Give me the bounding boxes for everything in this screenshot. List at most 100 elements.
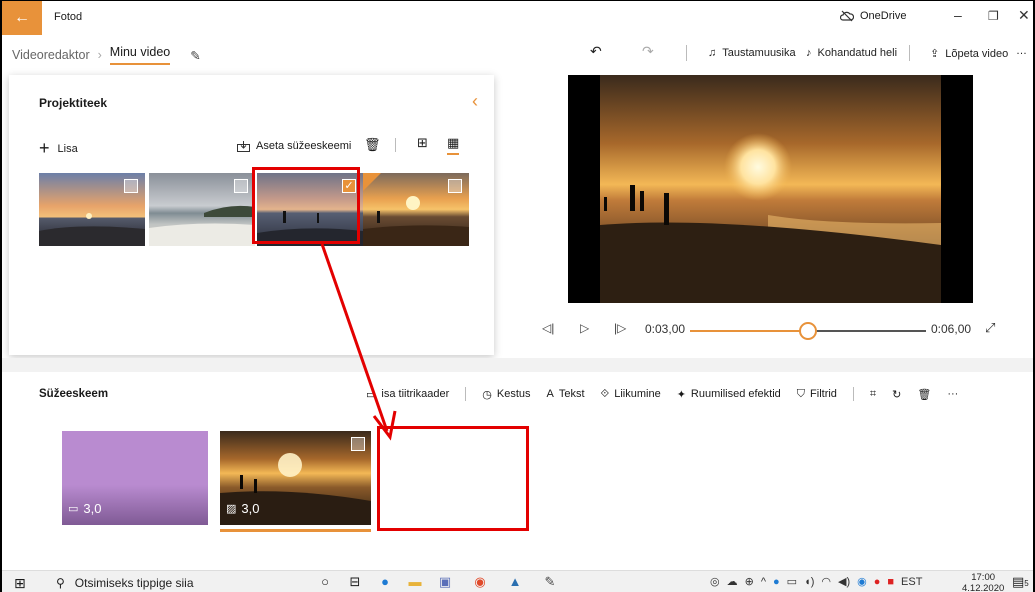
close-button[interactable]: ✕ <box>1018 7 1030 24</box>
card-duration-value: 3,0 <box>241 501 260 516</box>
current-time: 0:03,00 <box>645 322 686 336</box>
volume-icon[interactable]: ◖) <box>804 576 814 588</box>
image-icon: ▨ <box>226 503 237 515</box>
filters-button[interactable]: ⛉ Filtrid <box>797 388 837 401</box>
back-button[interactable]: ← <box>2 1 42 35</box>
duration-button[interactable]: ◷ Kestus <box>482 388 530 401</box>
show-hidden-icon[interactable]: ^ <box>761 576 766 588</box>
background-music-button[interactable]: ♫ Taustamuusika <box>708 47 796 59</box>
3d-effects-label: Ruumilised efektid <box>690 388 781 400</box>
fullscreen-button[interactable]: ⤢ <box>985 320 995 336</box>
seek-track[interactable] <box>690 322 926 340</box>
small-grid-view-button[interactable]: ▦ <box>447 135 460 155</box>
cloud-off-icon <box>840 10 854 22</box>
collapse-chevron-icon[interactable]: ‹ <box>472 91 478 112</box>
tray-icon[interactable]: ◉ <box>857 575 867 588</box>
breadcrumb-root[interactable]: Videoredaktor <box>12 48 90 62</box>
next-frame-button[interactable]: |▷ <box>614 321 626 335</box>
thumbnail-checkbox[interactable] <box>448 179 462 193</box>
video-preview[interactable] <box>568 75 973 303</box>
start-button[interactable]: ⊞ <box>14 575 26 592</box>
more-options-button[interactable]: … <box>1016 45 1027 57</box>
resize-button[interactable]: ⌗ <box>870 388 876 401</box>
onedrive-status[interactable]: OneDrive <box>840 10 906 22</box>
3d-effects-button[interactable]: ✦ Ruumilised efektid <box>677 388 781 401</box>
bluetooth-icon[interactable]: ● <box>773 576 780 588</box>
arrow-left-icon: ← <box>14 9 30 26</box>
delete-clip-button[interactable]: 🗑 <box>917 388 931 401</box>
rotate-button[interactable]: ↻ <box>892 388 901 401</box>
library-toolbar-divider <box>395 138 396 152</box>
wifi-icon[interactable]: ◠ <box>821 575 831 588</box>
notification-count: 5 <box>1024 579 1029 588</box>
title-bar: ← Fotod OneDrive – ❐ ✕ <box>2 1 1033 35</box>
storyboard-title-card[interactable]: ▭ 3,0 <box>62 431 208 525</box>
notification-icon: ▤ <box>1012 574 1025 589</box>
add-title-card-button[interactable]: ▭ isa tiitrikaader <box>366 388 449 401</box>
gimp-app-icon[interactable]: ✎ <box>542 574 558 590</box>
calendar-app-icon[interactable]: ▣ <box>437 574 453 590</box>
finish-video-button[interactable]: ⇪ Lõpeta video <box>930 47 1008 61</box>
taskbar-search[interactable]: ⚲ Otsimiseks tippige siia <box>42 571 282 592</box>
large-grid-view-button[interactable]: ⊞ <box>417 135 428 151</box>
clock-time: 17:00 <box>971 572 996 583</box>
place-in-storyboard-button[interactable]: Aseta süžeeskeemi <box>237 140 351 152</box>
storyboard-title: Süžeeskeem <box>39 388 109 400</box>
toolbar-divider <box>852 387 854 401</box>
text-button[interactable]: A Tekst <box>547 388 585 400</box>
language-indicator[interactable]: EST <box>901 576 922 588</box>
delete-media-button[interactable]: 🗑 <box>364 137 381 153</box>
undo-button[interactable]: ↶ <box>590 43 602 60</box>
trash-icon: 🗑 <box>364 137 381 152</box>
background-music-label: Taustamuusika <box>722 47 796 59</box>
thumbnail-checkbox[interactable] <box>234 179 248 193</box>
motion-button[interactable]: ⟐ Liikumine <box>601 388 661 401</box>
add-media-button[interactable]: + Lisa <box>39 138 78 159</box>
card-checkbox[interactable] <box>351 437 365 451</box>
thumbnail-checkbox[interactable] <box>124 179 138 193</box>
total-time: 0:06,00 <box>931 322 972 336</box>
library-title: Projektiteek <box>39 96 108 110</box>
play-button[interactable]: ▷ <box>580 321 589 335</box>
library-thumbnail[interactable] <box>149 173 255 246</box>
onedrive-label: OneDrive <box>860 10 907 22</box>
chevron-right-icon: › <box>97 48 102 62</box>
tray-icon[interactable]: ◎ <box>710 575 720 588</box>
speaker-icon[interactable]: ◀) <box>838 575 850 588</box>
drop-target-highlight-box <box>377 426 529 531</box>
redo-icon: ↷ <box>642 43 654 59</box>
seek-handle[interactable] <box>799 322 817 340</box>
more-storyboard-button[interactable]: ··· <box>947 388 958 400</box>
photos-app-icon[interactable]: ▲ <box>507 574 523 590</box>
restore-button[interactable]: ❐ <box>988 9 999 23</box>
custom-audio-button[interactable]: ♪ Kohandatud heli <box>806 47 897 59</box>
notification-center-button[interactable]: ▤5 <box>1012 574 1029 590</box>
clock[interactable]: 17:00 4.12.2020 <box>962 572 1004 592</box>
library-thumbnail[interactable] <box>363 173 469 246</box>
toolbar-divider <box>909 45 910 61</box>
rename-pencil-icon[interactable]: ✎ <box>190 48 200 63</box>
system-tray: ◎ ☁ ⊕ ^ ● ▭ ◖) ◠ ◀) ◉ ● ■ EST <box>710 575 922 589</box>
place-in-storyboard-icon <box>237 140 250 152</box>
chrome-browser-icon[interactable]: ◉ <box>472 574 488 590</box>
widgets-icon[interactable]: ⊟ <box>347 574 363 590</box>
search-placeholder: Otsimiseks tippige siia <box>74 575 194 590</box>
edge-browser-icon[interactable]: ● <box>377 574 393 590</box>
task-view-icon[interactable]: ○ <box>317 574 333 590</box>
storyboard-image-card[interactable]: ▨ 3,0 <box>220 431 371 525</box>
motion-label: Liikumine <box>614 388 661 400</box>
minimize-button[interactable]: – <box>954 7 962 23</box>
library-thumbnail[interactable] <box>39 173 145 246</box>
battery-icon[interactable]: ▭ <box>787 575 797 588</box>
previous-frame-button[interactable]: ◁| <box>542 321 554 335</box>
tray-icon[interactable]: ■ <box>887 576 894 588</box>
music-note-icon: ♫ <box>708 47 717 59</box>
file-explorer-icon[interactable]: ▬ <box>407 574 423 590</box>
tray-icon[interactable]: ● <box>874 576 881 588</box>
card-duration-value: 3,0 <box>83 501 102 516</box>
undo-icon: ↶ <box>590 43 602 59</box>
network-icon[interactable]: ⊕ <box>745 575 754 588</box>
tray-icon[interactable]: ☁ <box>727 575 738 588</box>
redo-button[interactable]: ↷ <box>642 43 654 60</box>
crop-icon: ⌗ <box>869 387 877 400</box>
